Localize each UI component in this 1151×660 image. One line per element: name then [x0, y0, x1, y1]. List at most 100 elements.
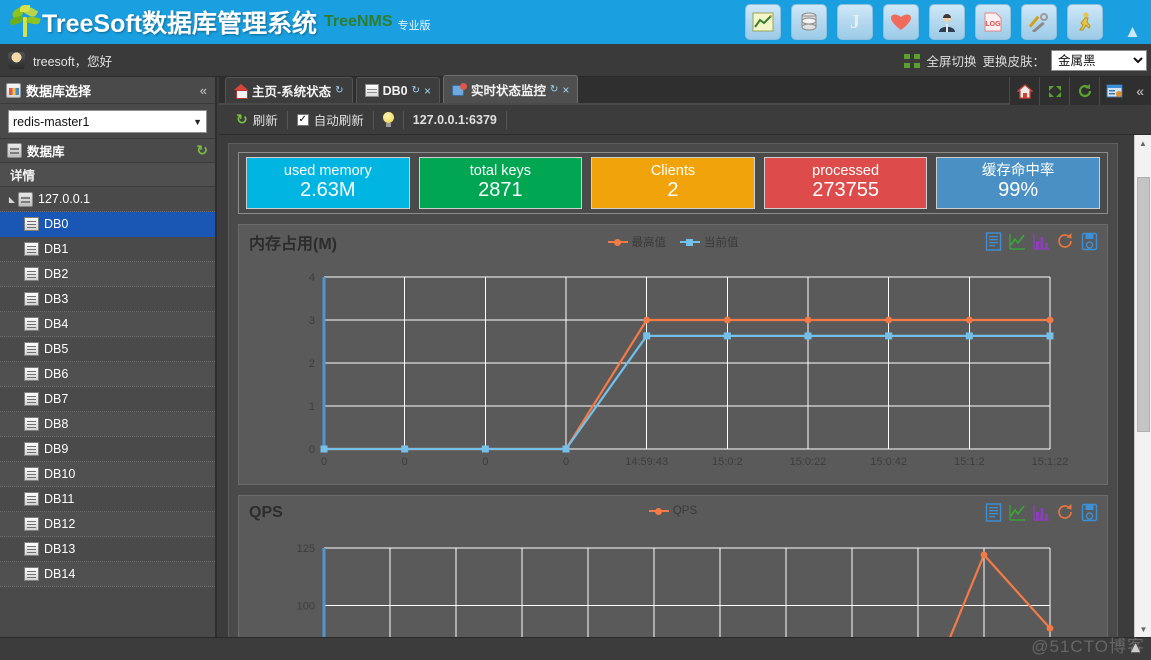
tree-row-root[interactable]: ◣ 127.0.0.1	[0, 187, 215, 212]
sidebar-item-db6[interactable]: DB6	[0, 362, 215, 387]
stat-card-value: 2871	[478, 179, 523, 202]
bar-chart-icon[interactable]	[1033, 232, 1050, 251]
home-button[interactable]	[1009, 77, 1039, 105]
tab-2[interactable]: DB0 ↻ ×	[355, 77, 440, 103]
stat-card-label: used memory	[283, 162, 372, 179]
table-icon	[24, 267, 39, 281]
footer-collapse-icon[interactable]: ▲	[1128, 639, 1143, 656]
sidebar: 数据库选择 « redis-master1 ▼ 数据库 ↻ 详情 ◣ 127.0.…	[0, 77, 217, 637]
data-view-icon[interactable]	[985, 503, 1002, 522]
table-icon	[24, 292, 39, 306]
sidebar-item-db5[interactable]: DB5	[0, 337, 215, 362]
memory-chart-svg: 012340 0 0 0 14:59:43 15:0:2 15:0:22 15:0:42 15:…	[309, 272, 1068, 468]
user-icon[interactable]	[929, 4, 965, 40]
tab-label: 实时状态监控	[470, 84, 546, 98]
line-chart-icon[interactable]	[1009, 232, 1026, 251]
sidebar-item-db11[interactable]: DB11	[0, 487, 215, 512]
sidebar-item-db4[interactable]: DB4	[0, 312, 215, 337]
tab-close-icon[interactable]: ×	[424, 84, 431, 98]
svg-text:0: 0	[402, 456, 408, 468]
fullscreen-button[interactable]	[1039, 77, 1069, 105]
app-title: TreeSoft数据库管理系统	[42, 10, 318, 38]
bar-chart-icon[interactable]	[1033, 503, 1050, 522]
monitor-icon	[451, 82, 467, 97]
sidebar-item-db2[interactable]: DB2	[0, 262, 215, 287]
sidebar-item-db13[interactable]: DB13	[0, 537, 215, 562]
tab-3[interactable]: 实时状态监控 ↻ ×	[442, 75, 579, 103]
chevron-down-icon: ▼	[193, 116, 202, 127]
grid-icon	[364, 84, 379, 97]
table-icon	[24, 542, 39, 556]
refresh-icon[interactable]: ↻	[196, 142, 208, 159]
sidebar-item-db8[interactable]: DB8	[0, 412, 215, 437]
tab-bar: 主页-系统状态 ↻ DB0 ↻ × 实时状态监控 ↻ × «	[219, 75, 1151, 105]
heart-icon[interactable]	[883, 4, 919, 40]
tools-icon[interactable]	[1021, 4, 1057, 40]
content-scrollbar[interactable]: ▲ ▼	[1134, 135, 1151, 637]
tree-row-label: DB10	[44, 467, 76, 481]
tree-toggle-icon[interactable]: ◣	[6, 195, 18, 204]
sidebar-item-db14[interactable]: DB14	[0, 562, 215, 587]
sidebar-item-db3[interactable]: DB3	[0, 287, 215, 312]
run-icon[interactable]	[1067, 4, 1103, 40]
refresh-button[interactable]: ↻ 刷新	[227, 105, 287, 135]
scrollbar-thumb[interactable]	[1137, 177, 1150, 432]
avatar	[8, 51, 25, 69]
tree-row-label: DB3	[44, 292, 69, 306]
monitor-toolbar: ↻ 刷新 ✓ 自动刷新 127.0.0.1:6379	[219, 105, 1151, 135]
restore-icon[interactable]	[1057, 232, 1074, 251]
database-icon	[7, 143, 22, 158]
restore-icon[interactable]	[1057, 503, 1074, 522]
divider	[505, 110, 507, 129]
tab-1[interactable]: 主页-系统状态 ↻	[225, 77, 353, 103]
header-collapse-icon[interactable]: ▲	[1124, 22, 1141, 42]
stat-card-4: processed 273755	[763, 157, 928, 209]
save-image-icon[interactable]	[1081, 503, 1098, 522]
svg-text:15:0:42: 15:0:42	[870, 456, 907, 468]
sidebar-item-db10[interactable]: DB10	[0, 462, 215, 487]
fullscreen-label[interactable]: 全屏切换	[926, 51, 976, 70]
sidebar-collapse-icon[interactable]: «	[200, 83, 207, 98]
window-list-button[interactable]	[1099, 77, 1129, 105]
monitor-content: used memory 2.63M total keys 2871 Clients 2 pr…	[219, 135, 1151, 637]
sidebar-item-db9[interactable]: DB9	[0, 437, 215, 462]
tree-row-label: DB4	[44, 317, 69, 331]
tip-button[interactable]	[374, 105, 403, 135]
tab-close-icon[interactable]: ×	[562, 83, 569, 97]
database-icon[interactable]	[791, 4, 827, 40]
memory-chart-panel: 内存占用(M) 最高值 当前值 0 1 2 3 4 0 0 0 0 14:59:…	[238, 224, 1108, 485]
table-icon	[24, 467, 39, 481]
connection-select[interactable]: redis-master1 ▼	[8, 110, 207, 133]
chart-icon[interactable]	[745, 4, 781, 40]
save-image-icon[interactable]	[1081, 232, 1098, 251]
data-view-icon[interactable]	[985, 232, 1002, 251]
skin-select[interactable]: 金属黑	[1051, 50, 1147, 71]
refresh-tabs-button[interactable]	[1069, 77, 1099, 105]
legend-item-current: 当前值	[680, 234, 739, 250]
tab-label: 主页-系统状态	[252, 85, 332, 99]
java-icon[interactable]: J	[837, 4, 873, 40]
stat-card-label: total keys	[469, 162, 532, 179]
auto-refresh-toggle[interactable]: ✓ 自动刷新	[288, 105, 373, 135]
tab-reload-icon[interactable]: ↻	[550, 84, 558, 95]
log-icon[interactable]: LOG	[975, 4, 1011, 40]
tab-reload-icon[interactable]: ↻	[335, 85, 343, 96]
legend-marker-icon	[648, 507, 669, 516]
sidebar-item-db0[interactable]: DB0	[0, 212, 215, 237]
scroll-up-button[interactable]: ▲	[1135, 135, 1151, 151]
footer: @51CTO博客 ▲	[0, 637, 1151, 660]
sidebar-item-db12[interactable]: DB12	[0, 512, 215, 537]
legend-item-qps: QPS	[648, 505, 698, 517]
legend-label: QPS	[672, 505, 698, 517]
tab-reload-icon[interactable]: ↻	[412, 85, 420, 96]
qps-chart-plot: 75100125	[239, 530, 1107, 637]
scroll-down-button[interactable]: ▼	[1135, 621, 1151, 637]
tabs-collapse-icon[interactable]: «	[1129, 83, 1151, 99]
svg-text:LOG: LOG	[985, 21, 1001, 28]
sidebar-item-db1[interactable]: DB1	[0, 237, 215, 262]
line-chart-icon[interactable]	[1009, 503, 1026, 522]
sidebar-item-db7[interactable]: DB7	[0, 387, 215, 412]
fullscreen-toggle-icon[interactable]	[904, 53, 921, 68]
scrollbar-track[interactable]	[1135, 151, 1151, 621]
auto-refresh-checkbox[interactable]: ✓	[296, 113, 309, 126]
